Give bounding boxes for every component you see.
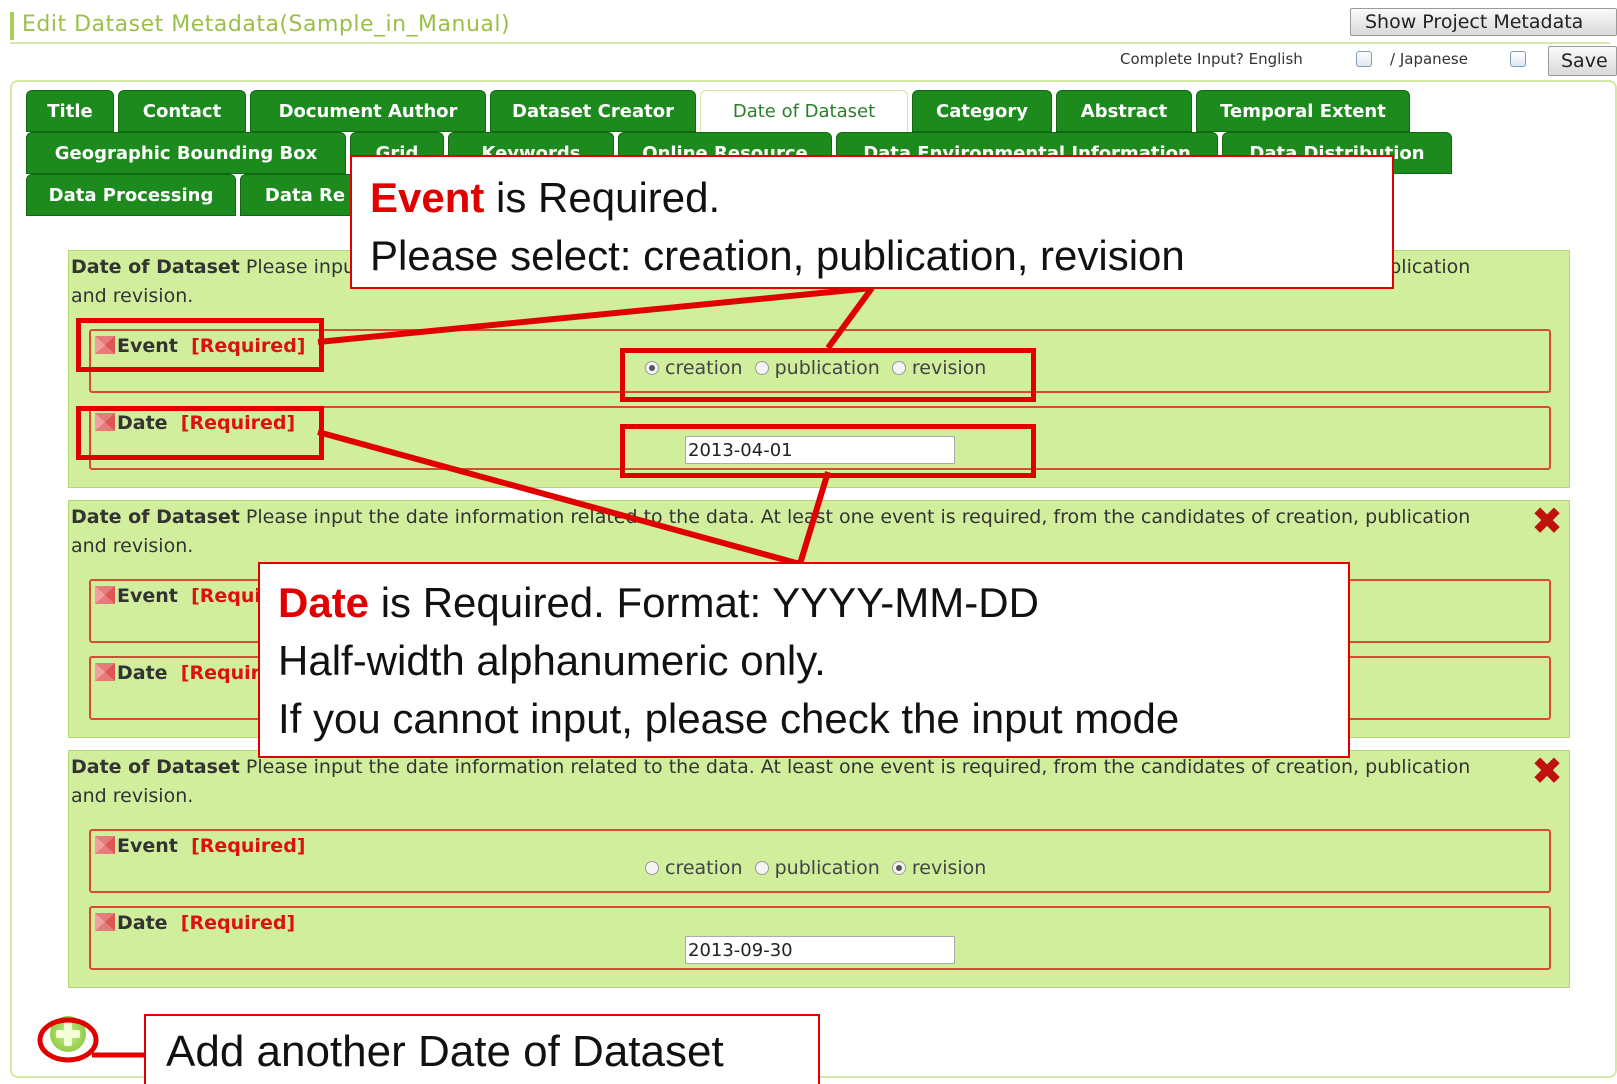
date-callout-line2: Half-width alphanumeric only. — [278, 637, 826, 684]
date-callout-line1: Date is Required. Format: YYYY-MM-DD — [278, 579, 1039, 626]
event-label-highlight — [76, 318, 324, 372]
event-radio-highlight — [620, 348, 1036, 402]
date-input-highlight — [620, 424, 1036, 478]
add-callout-text: Add another Date of Dataset — [166, 1027, 724, 1076]
event-radio-connector — [825, 286, 875, 350]
date-label-highlight — [76, 406, 324, 460]
date-input-connector — [797, 471, 831, 565]
add-callout: Add another Date of Dataset — [144, 1014, 820, 1084]
event-callout: Event is Required. Please select: creati… — [350, 155, 1394, 289]
event-label-connector — [317, 285, 873, 345]
event-callout-line2: Please select: creation, publication, re… — [370, 232, 1185, 279]
date-callout-line3: If you cannot input, please check the in… — [278, 695, 1180, 742]
add-icon-highlight — [37, 1017, 99, 1063]
event-callout-line1: Event is Required. — [370, 174, 721, 221]
date-callout: Date is Required. Format: YYYY-MM-DD Hal… — [258, 562, 1350, 758]
